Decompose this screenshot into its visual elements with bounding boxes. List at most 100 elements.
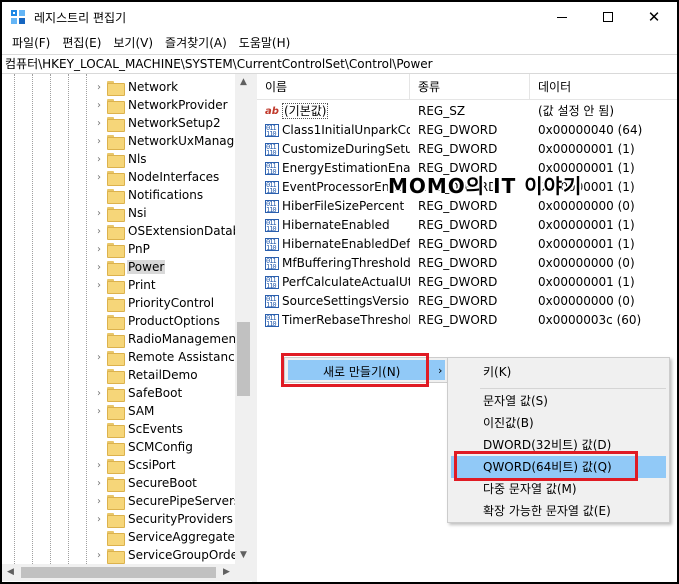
tree-item[interactable]: › ScsiPort — [92, 456, 177, 474]
tree-item[interactable]: RetailDemo — [92, 366, 199, 384]
value-name-text: PerfCalculateActualUti... — [282, 275, 410, 289]
tree-item-label: SCMConfig — [128, 440, 193, 454]
scroll-down-icon[interactable]: ▼ — [235, 547, 252, 564]
menu-help[interactable]: 도움말(H) — [233, 32, 297, 54]
menu-view[interactable]: 보기(V) — [107, 32, 159, 54]
expand-chevron-icon[interactable]: › — [92, 226, 106, 237]
value-name-text: HibernateEnabled — [282, 218, 390, 232]
tree-item-label: SAM — [128, 404, 155, 418]
folder-icon — [107, 116, 125, 132]
column-header-name[interactable]: 이름 — [257, 74, 410, 100]
tree-item[interactable]: › Nls — [92, 150, 148, 168]
column-header-data[interactable]: 데이터 — [530, 74, 677, 100]
scroll-left-icon[interactable]: ◀ — [2, 564, 19, 581]
menu-favorites[interactable]: 즐겨찾기(A) — [159, 32, 233, 54]
tree-item[interactable]: › Network — [92, 78, 179, 96]
submenu-expandable-string-value[interactable]: 확장 가능한 문자열 값(E) — [451, 500, 666, 522]
expand-chevron-icon[interactable]: › — [92, 496, 106, 507]
expand-chevron-icon[interactable]: › — [92, 172, 106, 183]
tree-item[interactable]: › SafeBoot — [92, 384, 183, 402]
tree-item[interactable]: › Remote Assistance — [92, 348, 243, 366]
expand-chevron-icon[interactable]: › — [92, 100, 106, 111]
submenu-multi-string-value[interactable]: 다중 문자열 값(M) — [451, 478, 666, 500]
folder-icon — [107, 530, 125, 546]
tree-item[interactable]: › SAM — [92, 402, 155, 420]
tree-item[interactable]: › NetworkUxManager — [92, 132, 248, 150]
tree-item[interactable]: ProductOptions — [92, 312, 221, 330]
expand-chevron-icon[interactable]: › — [92, 118, 106, 129]
tree-item-label: RetailDemo — [128, 368, 198, 382]
tree-vertical-scroll-thumb[interactable] — [237, 322, 250, 396]
menu-file[interactable]: 파일(F) — [6, 32, 56, 54]
tree-item[interactable]: › OSExtensionDatabase — [92, 222, 252, 240]
value-name-text: Class1InitialUnparkCo... — [282, 123, 410, 137]
tree-item[interactable]: SCMConfig — [92, 438, 194, 456]
maximize-button[interactable] — [585, 2, 631, 32]
submenu-key[interactable]: 키(K) — [451, 361, 666, 383]
menu-edit[interactable]: 편집(E) — [56, 32, 107, 54]
expand-chevron-icon[interactable]: › — [92, 208, 106, 219]
folder-icon — [107, 224, 125, 240]
value-row[interactable]: SourceSettingsVersion REG_DWORD 0x00000000… — [257, 292, 677, 311]
tree-item[interactable]: › SecurityProviders — [92, 510, 234, 528]
value-type: REG_DWORD — [418, 123, 498, 137]
expand-chevron-icon[interactable]: › — [92, 406, 106, 417]
expand-chevron-icon[interactable]: › — [92, 478, 106, 489]
column-header-type[interactable]: 종류 — [410, 74, 530, 100]
tree-item-label: SafeBoot — [128, 386, 183, 400]
expand-chevron-icon[interactable]: › — [92, 514, 106, 525]
context-new-item[interactable]: 새로 만들기(N) › — [288, 360, 445, 380]
tree-item[interactable]: Notifications — [92, 186, 204, 204]
expand-chevron-icon[interactable]: › — [92, 136, 106, 147]
tree-horizontal-scrollbar[interactable]: ◀ ▶ — [2, 564, 252, 581]
value-row[interactable]: MfBufferingThreshold REG_DWORD 0x00000000 … — [257, 254, 677, 273]
tree-item[interactable]: › SecurePipeServers — [92, 492, 241, 510]
value-row[interactable]: ab (기본값) REG_SZ (값 설정 안 됨) — [257, 102, 677, 121]
submenu-dword-value[interactable]: DWORD(32비트) 값(D) — [451, 434, 666, 456]
tree-item[interactable]: PriorityControl — [92, 294, 215, 312]
value-row[interactable]: PerfCalculateActualUti... REG_DWORD 0x0000… — [257, 273, 677, 292]
submenu-qword-value[interactable]: QWORD(64비트) 값(Q) — [451, 456, 666, 478]
submenu-string-value[interactable]: 문자열 값(S) — [451, 390, 666, 412]
submenu-binary-value[interactable]: 이진값(B) — [451, 412, 666, 434]
address-bar[interactable]: 컴퓨터\HKEY_LOCAL_MACHINE\SYSTEM\CurrentCon… — [2, 54, 677, 74]
maximize-icon — [603, 12, 613, 22]
tree-item[interactable]: › NetworkSetup2 — [92, 114, 222, 132]
scroll-right-icon[interactable]: ▶ — [218, 564, 235, 581]
tree-item[interactable]: › NetworkProvider — [92, 96, 229, 114]
expand-chevron-icon[interactable]: › — [92, 82, 106, 93]
close-button[interactable]: ✕ — [631, 2, 677, 32]
value-row[interactable]: HiberFileSizePercent REG_DWORD 0x00000000 … — [257, 197, 677, 216]
value-name: (기본값) — [282, 102, 410, 121]
tree-item[interactable]: › SecureBoot — [92, 474, 198, 492]
tree-item[interactable]: ScEvents — [92, 420, 184, 438]
expand-chevron-icon[interactable]: › — [92, 154, 106, 165]
tree-horizontal-scroll-thumb[interactable] — [21, 567, 216, 578]
expand-chevron-icon[interactable]: › — [92, 262, 106, 273]
value-row[interactable]: HibernateEnabled REG_DWORD 0x00000001 (1) — [257, 216, 677, 235]
folder-icon — [107, 80, 125, 96]
expand-chevron-icon[interactable]: › — [92, 280, 106, 291]
title-bar[interactable]: 레지스트리 편집기 ✕ — [2, 2, 677, 32]
tree-item[interactable]: › NodeInterfaces — [92, 168, 220, 186]
expand-chevron-icon[interactable]: › — [92, 352, 106, 363]
value-name-text: HibernateEnabledDefa... — [282, 237, 410, 251]
expand-chevron-icon[interactable]: › — [92, 388, 106, 399]
value-row[interactable]: TimerRebaseThreshold... REG_DWORD 0x000000… — [257, 311, 677, 330]
value-row[interactable]: CustomizeDuringSetup REG_DWORD 0x00000001 … — [257, 140, 677, 159]
tree-item[interactable]: › PnP — [92, 240, 151, 258]
expand-chevron-icon[interactable]: › — [92, 244, 106, 255]
tree-item[interactable]: › Power — [92, 258, 166, 276]
tree-item[interactable]: › ServiceGroupOrder — [92, 546, 244, 564]
tree-vertical-scrollbar[interactable]: ▲ ▼ — [235, 74, 252, 564]
scroll-up-icon[interactable]: ▲ — [235, 74, 252, 91]
tree-item[interactable]: RadioManagement — [92, 330, 242, 348]
value-row[interactable]: Class1InitialUnparkCo... REG_DWORD 0x00000… — [257, 121, 677, 140]
tree-item[interactable]: ServiceAggregatedEvents — [92, 528, 252, 546]
minimize-button[interactable] — [539, 2, 585, 32]
tree-item[interactable]: › Nsi — [92, 204, 148, 222]
value-row[interactable]: HibernateEnabledDefa... REG_DWORD 0x000000… — [257, 235, 677, 254]
tree-item[interactable]: › Print — [92, 276, 157, 294]
expand-chevron-icon[interactable]: › — [92, 460, 106, 471]
expand-chevron-icon[interactable]: › — [92, 550, 106, 561]
